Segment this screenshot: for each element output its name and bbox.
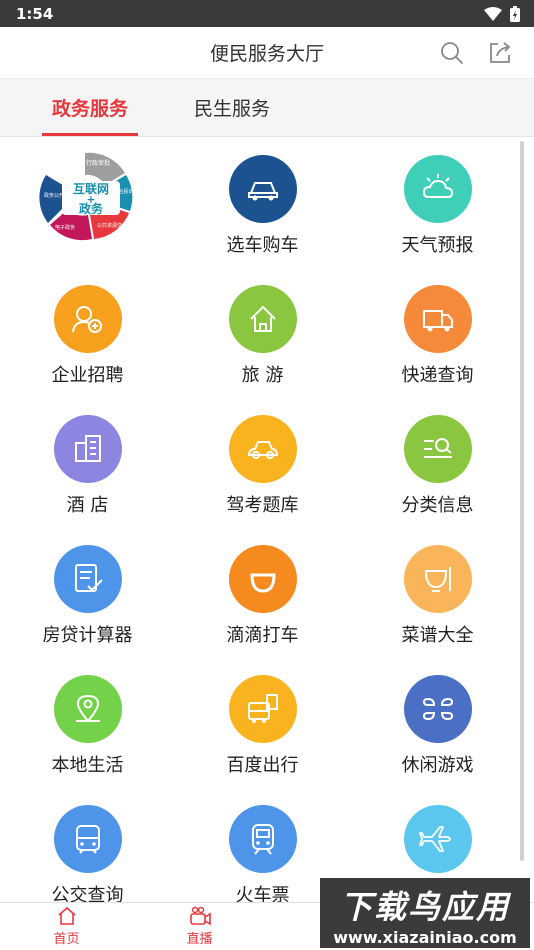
service-hotel-tile[interactable]: 酒 店: [0, 415, 175, 545]
tab-livelihood-services[interactable]: 民生服务: [184, 79, 280, 136]
weather-icon-glyph: [422, 174, 453, 198]
status-icons: [484, 5, 520, 22]
status-bar: 1:54: [0, 0, 534, 27]
driving-test-icon-glyph: [247, 441, 278, 459]
bus-icon[interactable]: [228, 675, 297, 743]
logo-petal-1: 行政审批: [86, 159, 110, 167]
service-didi-tile[interactable]: 滴滴打车: [175, 545, 350, 675]
internet-plus-government-logo[interactable]: 互联网 + 政务 行政审批 综合民诉求 公共资源交易 电子政务 政务公开: [10, 145, 160, 245]
video-icon: [189, 906, 211, 926]
car-icon-glyph: [247, 182, 278, 201]
bus-icon-glyph: [247, 694, 278, 723]
service-label: 天气预报: [401, 235, 474, 256]
service-bus-tile[interactable]: 百度出行: [175, 675, 350, 805]
travel-icon[interactable]: [228, 285, 297, 353]
service-driving-test-tile[interactable]: 驾考题库: [175, 415, 350, 545]
car-icon[interactable]: [228, 155, 297, 223]
logo-petal-3: 公共资源交易: [97, 222, 127, 229]
didi-icon-glyph: [249, 573, 276, 593]
express-icon[interactable]: [403, 285, 472, 353]
app-header: 便民服务大厅: [0, 27, 534, 79]
service-label: 休闲游戏: [401, 755, 474, 776]
loan-calculator-icon[interactable]: [53, 545, 122, 613]
service-loan-calculator-tile[interactable]: 房贷计算器: [0, 545, 175, 675]
bus-query-icon-glyph: [75, 825, 100, 854]
bottom-tab-home[interactable]: 首页: [0, 903, 133, 950]
train-icon-glyph: [251, 824, 274, 855]
service-label: 分类信息: [401, 495, 474, 516]
share-icon[interactable]: [488, 41, 512, 65]
express-icon-glyph: [422, 310, 453, 332]
service-label: 企业招聘: [51, 365, 124, 386]
service-label: 火车票: [235, 885, 290, 902]
service-recruit-tile[interactable]: 企业招聘: [0, 285, 175, 415]
wifi-icon: [484, 6, 502, 21]
service-weather-tile[interactable]: 天气预报: [350, 155, 525, 285]
status-time: 1:54: [16, 4, 54, 23]
service-label: 本地生活: [51, 755, 124, 776]
loan-calculator-icon-glyph: [74, 564, 103, 592]
battery-icon: [510, 5, 520, 22]
service-label: 快递查询: [401, 365, 474, 386]
recruit-icon-glyph: [71, 306, 102, 333]
page-title: 便民服务大厅: [209, 43, 324, 65]
bottom-tab-home-label: 首页: [53, 932, 80, 947]
service-tabs: 政务服务 民生服务: [0, 79, 534, 137]
driving-test-icon[interactable]: [228, 415, 297, 483]
category-icon-glyph: [423, 438, 452, 458]
scrollbar[interactable]: [520, 141, 524, 861]
travel-icon-glyph: [249, 305, 276, 332]
recruit-icon[interactable]: [53, 285, 122, 353]
logo-line-3: 政务: [79, 201, 104, 216]
game-icon[interactable]: [403, 675, 472, 743]
bottom-tab-live-label: 直播: [186, 932, 213, 947]
service-travel-tile[interactable]: 旅 游: [175, 285, 350, 415]
logo-petal-2: 综合民诉求: [113, 188, 138, 195]
internet-plus-government-tile[interactable]: 互联网 + 政务 行政审批 综合民诉求 公共资源交易 电子政务 政务公开: [0, 152, 175, 285]
service-label: 选车购车: [226, 235, 299, 256]
service-game-tile[interactable]: 休闲游戏: [350, 675, 525, 805]
location-icon-glyph: [75, 694, 100, 723]
service-car-tile[interactable]: 选车购车: [175, 155, 350, 285]
service-label: 酒 店: [66, 495, 109, 516]
service-label: 滴滴打车: [226, 625, 299, 646]
service-bus-query-tile[interactable]: 公交查询: [0, 805, 175, 902]
train-icon[interactable]: [228, 805, 297, 873]
service-label: 公交查询: [51, 885, 124, 902]
service-label: 百度出行: [226, 755, 299, 776]
logo-petal-4: 电子政务: [55, 224, 75, 231]
service-express-tile[interactable]: 快递查询: [350, 285, 525, 415]
category-icon[interactable]: [403, 415, 472, 483]
service-grid-area: 互联网 + 政务 行政审批 综合民诉求 公共资源交易 电子政务 政务公开 选车购…: [0, 137, 534, 902]
watermark-url: www.xiazainiao.com: [333, 928, 517, 947]
weather-icon[interactable]: [403, 155, 472, 223]
hotel-icon[interactable]: [53, 415, 122, 483]
service-label: 菜谱大全: [401, 625, 474, 646]
home-icon: [57, 906, 76, 925]
tab-government-services[interactable]: 政务服务: [42, 79, 139, 136]
didi-icon[interactable]: [228, 545, 297, 613]
location-icon[interactable]: [53, 675, 122, 743]
plane-icon-glyph: [418, 826, 451, 852]
service-label: 驾考题库: [226, 495, 299, 516]
plane-icon[interactable]: [403, 805, 472, 873]
service-location-tile[interactable]: 本地生活: [0, 675, 175, 805]
search-icon[interactable]: [440, 41, 464, 65]
watermark: 下载鸟应用 www.xiazainiao.com: [320, 878, 530, 948]
recipe-icon[interactable]: [403, 545, 472, 613]
bottom-tab-live[interactable]: 直播: [133, 903, 266, 950]
service-grid: 互联网 + 政务 行政审批 综合民诉求 公共资源交易 电子政务 政务公开 选车购…: [0, 137, 534, 902]
service-recipe-tile[interactable]: 菜谱大全: [350, 545, 525, 675]
watermark-title: 下载鸟应用: [339, 888, 510, 926]
logo-petal-5: 政务公开: [44, 192, 64, 199]
recipe-icon-glyph: [424, 567, 451, 592]
service-label: 旅 游: [241, 365, 284, 386]
header-actions: [440, 41, 512, 65]
service-label: 房贷计算器: [42, 625, 133, 646]
game-icon-glyph: [422, 697, 453, 721]
hotel-icon-glyph: [74, 435, 101, 462]
service-category-tile[interactable]: 分类信息: [350, 415, 525, 545]
bus-query-icon[interactable]: [53, 805, 122, 873]
